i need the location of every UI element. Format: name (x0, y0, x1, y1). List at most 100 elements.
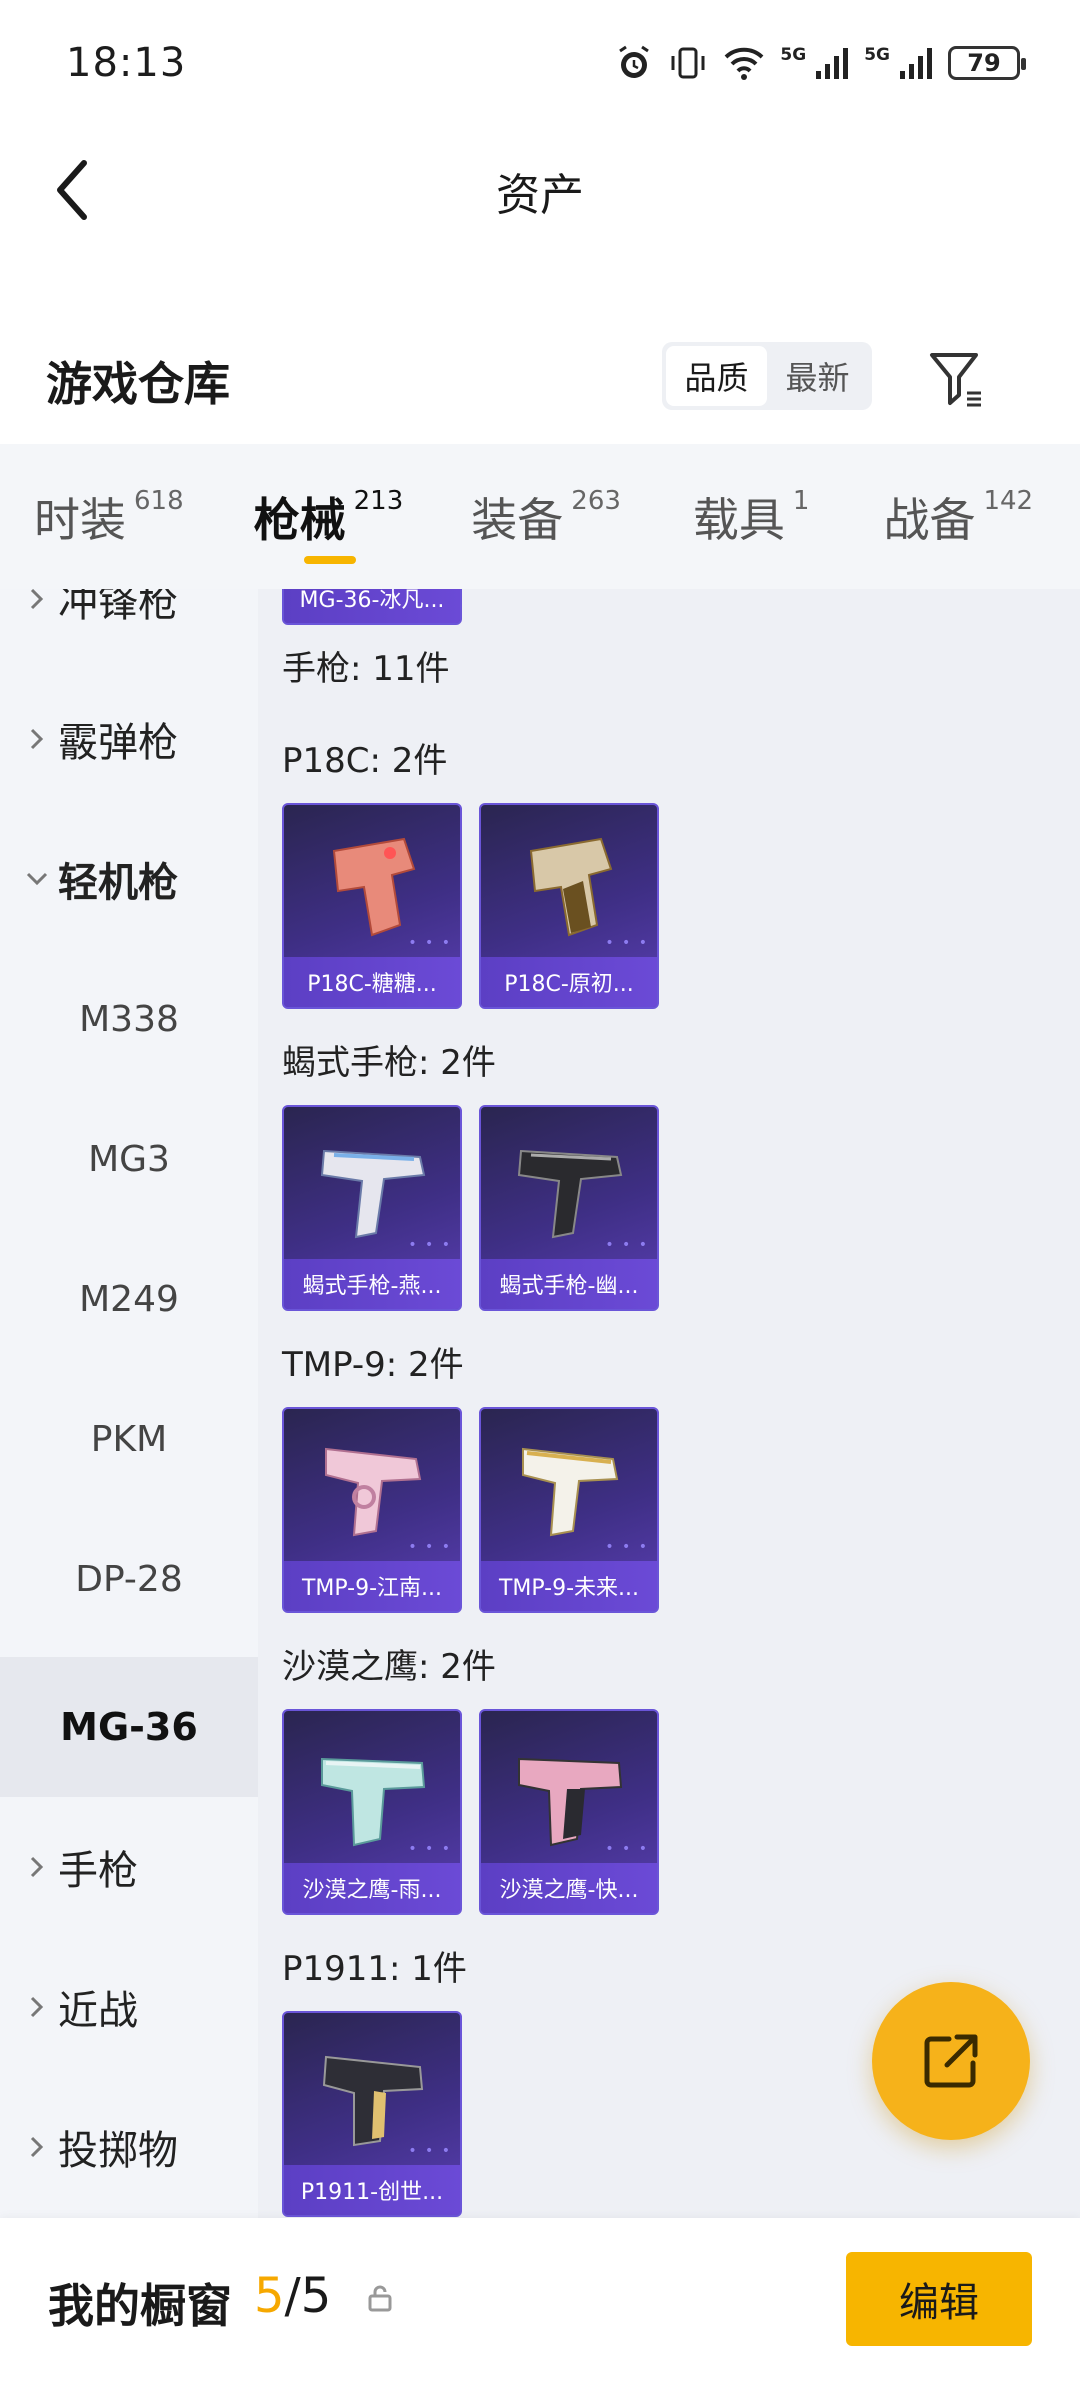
bottom-bar: 我的橱窗 5/5 编辑 (0, 2218, 1080, 2382)
signal-label-1: 5G (780, 44, 807, 65)
sort-newest-option[interactable]: 最新 (767, 346, 868, 406)
smg-icon (522, 1447, 619, 1537)
group-label: P1911: 1件 (282, 1949, 467, 1989)
weapon-card[interactable]: • • • 蝎式手枪-燕... (282, 1105, 462, 1311)
edit-button[interactable]: 编辑 (846, 2252, 1032, 2346)
weapon-card-caption: TMP-9-未来... (481, 1561, 657, 1611)
alarm-icon (614, 43, 654, 83)
subcategory-m338[interactable]: M338 (0, 949, 258, 1089)
status-bar: 18:13 5G 5G 79 (0, 0, 1080, 125)
vibrate-icon (668, 43, 708, 83)
category-label: 投掷物 (58, 2128, 178, 2174)
filter-button[interactable] (924, 346, 990, 412)
card-dots: • • • (408, 1539, 452, 1555)
category-smg[interactable]: 冲锋枪 (0, 589, 258, 669)
weapon-card[interactable]: MG-36-冰凡... (282, 589, 462, 625)
category-label: 冲锋枪 (58, 589, 178, 626)
category-label: 近战 (58, 1988, 138, 2034)
sort-quality-option[interactable]: 品质 (666, 346, 767, 406)
page-header: 资产 (0, 125, 1080, 255)
category-throwable[interactable]: 投掷物 (0, 2077, 258, 2217)
category-lmg[interactable]: 轻机枪 (0, 809, 258, 949)
tab-equipment[interactable]: 装备 263 (471, 484, 621, 550)
tab-vehicles[interactable]: 载具 1 (693, 484, 810, 550)
signal-icon (898, 43, 934, 83)
showcase-separator: / (284, 2268, 301, 2324)
weapon-card[interactable]: • • • 沙漠之鹰-快... (479, 1709, 659, 1915)
signal-label-2: 5G (864, 44, 890, 65)
category-pistol[interactable]: 手枪 (0, 1797, 258, 1937)
group-label: 沙漠之鹰: 2件 (282, 1647, 496, 1687)
tab-firearms[interactable]: 枪械 213 (254, 484, 404, 564)
pistol-icon (517, 1149, 623, 1239)
pistol-icon (529, 837, 613, 937)
tab-battle-gear[interactable]: 战备 142 (883, 484, 1033, 550)
pistol-icon (320, 1149, 426, 1239)
page-title: 资产 (496, 170, 584, 221)
subcategory-mg3[interactable]: MG3 (0, 1089, 258, 1229)
tab-label: 时装 (34, 492, 126, 547)
card-dots: • • • (605, 935, 649, 951)
share-external-icon (924, 2034, 978, 2088)
wifi-icon (722, 43, 766, 83)
group-label: P18C: 2件 (282, 741, 448, 781)
signal-icon (814, 43, 850, 83)
battery-indicator: 79 (948, 45, 1026, 80)
weapon-category-list: 冲锋枪 霰弹枪 轻机枪 M338 MG3 M249 PKM DP-28 MG-3… (0, 589, 258, 2218)
chevron-right-icon (22, 589, 52, 611)
filter-icon (930, 353, 981, 407)
weapon-content-panel: MG-36-冰凡... 手枪: 11件 P18C: 2件 • • • P18C-… (258, 589, 1080, 2218)
status-time: 18:13 (66, 39, 187, 86)
chevron-right-icon (22, 727, 52, 751)
weapon-card-caption: 蝎式手枪-燕... (284, 1259, 460, 1309)
share-button[interactable] (872, 1982, 1030, 2140)
pistol-total-label: 手枪: 11件 (282, 649, 450, 689)
showcase-label: 我的橱窗 (48, 2279, 232, 2333)
subcategory-pkm[interactable]: PKM (0, 1369, 258, 1509)
weapon-card-caption: P1911-创世... (284, 2165, 460, 2215)
weapon-card[interactable]: • • • 沙漠之鹰-雨... (282, 1709, 462, 1915)
pistol-icon (332, 837, 416, 937)
smg-icon (325, 1447, 422, 1537)
tab-count: 618 (134, 485, 184, 516)
showcase-current: 5 (254, 2268, 285, 2324)
weapon-card[interactable]: • • • TMP-9-未来... (479, 1407, 659, 1613)
pistol-icon (518, 1757, 623, 1847)
weapon-card-caption: P18C-糖糖... (284, 957, 460, 1007)
showcase-count: 5/5 (254, 2268, 331, 2324)
weapon-card-caption: P18C-原初... (481, 957, 657, 1007)
subcategory-dp28[interactable]: DP-28 (0, 1509, 258, 1649)
tab-count: 1 (792, 485, 810, 516)
chevron-right-icon (22, 1995, 52, 2019)
weapon-card[interactable]: • • • 蝎式手枪-幽... (479, 1105, 659, 1311)
weapon-card-caption: 沙漠之鹰-雨... (284, 1863, 460, 1913)
category-melee[interactable]: 近战 (0, 1937, 258, 2077)
active-tab-indicator (303, 555, 356, 564)
tab-count: 142 (983, 485, 1034, 516)
category-label: 轻机枪 (58, 860, 178, 906)
category-tabs: 时装 618 枪械 213 装备 263 载具 1 战备 142 (0, 444, 1080, 589)
card-dots: • • • (605, 1237, 649, 1253)
category-label: 手枪 (58, 1848, 138, 1894)
card-dots: • • • (408, 935, 452, 951)
tab-fashion[interactable]: 时装 618 (34, 484, 184, 550)
weapon-card[interactable]: • • • TMP-9-江南... (282, 1407, 462, 1613)
chevron-down-icon (22, 871, 52, 887)
tab-label: 载具 (692, 492, 785, 547)
lock-icon[interactable] (366, 2284, 394, 2312)
subcategory-mg36[interactable]: MG-36 (0, 1657, 258, 1797)
subcategory-m249[interactable]: M249 (0, 1229, 258, 1369)
warehouse-title: 游戏仓库 (46, 357, 230, 411)
category-label: 霰弹枪 (58, 720, 178, 766)
weapon-card[interactable]: • • • P1911-创世... (282, 2011, 462, 2217)
tab-count: 263 (571, 485, 621, 516)
status-icons: 5G 5G 79 (614, 43, 1026, 83)
card-dots: • • • (408, 1237, 452, 1253)
group-label: TMP-9: 2件 (282, 1345, 464, 1385)
card-dots: • • • (605, 1841, 649, 1857)
weapon-card[interactable]: • • • P18C-糖糖... (282, 803, 462, 1009)
tab-count: 213 (353, 485, 404, 516)
category-shotgun[interactable]: 霰弹枪 (0, 669, 258, 809)
weapon-card[interactable]: • • • P18C-原初... (479, 803, 659, 1009)
showcase-total: 5 (300, 2268, 332, 2324)
